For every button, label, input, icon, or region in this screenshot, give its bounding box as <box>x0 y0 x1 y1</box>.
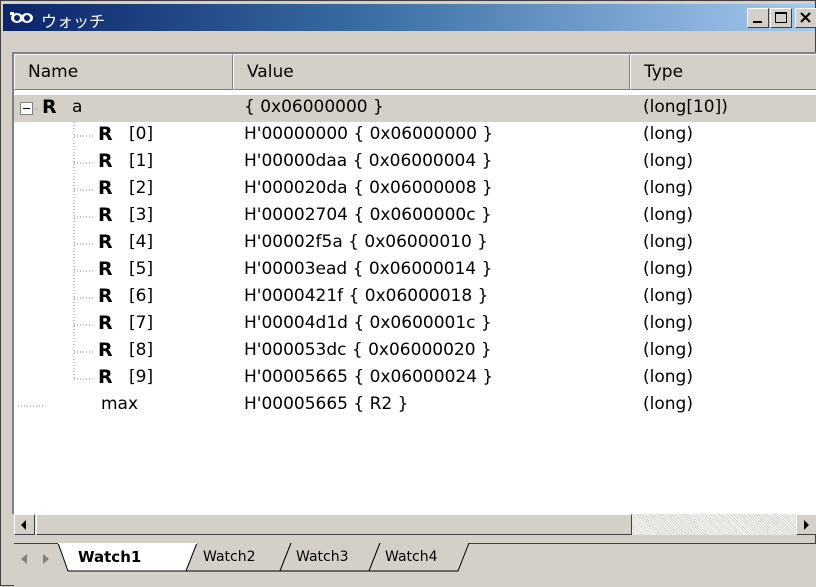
title-bar[interactable]: ウォッチ <box>3 4 816 31</box>
row-name: [4] <box>129 232 154 252</box>
row-value: H'000020da { 0x06000008 } <box>244 178 493 198</box>
row-type: (long) <box>643 313 693 333</box>
table-row[interactable]: R [1] H'00000daa { 0x06000004 } (long) <box>14 149 816 176</box>
row-type: (long) <box>643 124 693 144</box>
table-row[interactable]: max H'00005665 { R2 } (long) <box>14 392 816 419</box>
watch-list[interactable]: Name Value Type R a { 0x06000000 } (long… <box>14 54 816 514</box>
row-name: [2] <box>129 178 154 198</box>
column-header-type[interactable]: Type <box>630 54 816 90</box>
row-name: [6] <box>129 286 154 306</box>
collapse-icon[interactable] <box>20 102 33 115</box>
row-value: H'0000421f { 0x06000018 } <box>244 286 489 306</box>
row-value: H'00003ead { 0x06000014 } <box>244 259 493 279</box>
row-type: (long) <box>643 151 693 171</box>
row-type: (long) <box>643 259 693 279</box>
tab-strip: Watch1 Watch2 Watch3 Watch4 <box>14 543 816 587</box>
table-row[interactable]: R [8] H'000053dc { 0x06000020 } (long) <box>14 338 816 365</box>
row-name: [3] <box>129 205 154 225</box>
row-name: a <box>72 97 83 117</box>
column-header-value[interactable]: Value <box>233 54 630 90</box>
row-type: (long) <box>643 178 693 198</box>
table-row[interactable]: R [0] H'00000000 { 0x06000000 } (long) <box>14 122 816 149</box>
row-value: H'00002f5a { 0x06000010 } <box>244 232 489 252</box>
horizontal-scrollbar[interactable] <box>14 514 816 535</box>
scroll-left-button[interactable] <box>14 514 35 535</box>
tab-watch4[interactable]: Watch4 <box>385 549 438 565</box>
scroll-right-button[interactable] <box>796 514 816 535</box>
arrow-right-icon <box>804 520 809 530</box>
register-icon: R <box>98 285 113 307</box>
minimize-icon <box>753 21 762 23</box>
table-row[interactable]: R [3] H'00002704 { 0x0600000c } (long) <box>14 203 816 230</box>
watch-window: ウォッチ Name Value Type R a { 0x06000000 } … <box>0 0 816 587</box>
table-row[interactable]: R [9] H'00005665 { 0x06000024 } (long) <box>14 365 816 392</box>
row-type: (long[10]) <box>643 97 728 117</box>
row-type: (long) <box>643 232 693 252</box>
row-name: [8] <box>129 340 154 360</box>
row-value: H'000053dc { 0x06000020 } <box>244 340 492 360</box>
register-icon: R <box>98 231 113 253</box>
table-row[interactable]: R [4] H'00002f5a { 0x06000010 } (long) <box>14 230 816 257</box>
tab-watch1[interactable]: Watch1 <box>78 548 141 566</box>
row-value: H'00000000 { 0x06000000 } <box>244 124 494 144</box>
row-value: H'00002704 { 0x0600000c } <box>244 205 492 225</box>
row-type: (long) <box>643 394 693 414</box>
row-type: (long) <box>643 367 693 387</box>
row-name: [5] <box>129 259 154 279</box>
close-icon <box>800 12 811 23</box>
arrow-left-icon <box>21 520 26 530</box>
row-name: [9] <box>129 367 154 387</box>
row-value: { 0x06000000 } <box>244 97 384 117</box>
register-icon: R <box>98 366 113 388</box>
register-icon: R <box>98 123 113 145</box>
tab-watch3[interactable]: Watch3 <box>296 549 349 565</box>
register-icon: R <box>98 204 113 226</box>
table-row[interactable]: R a { 0x06000000 } (long[10]) <box>14 95 816 122</box>
row-name: [1] <box>129 151 154 171</box>
register-icon: R <box>42 96 57 118</box>
row-name: [0] <box>129 124 154 144</box>
glasses-icon <box>10 12 33 23</box>
register-icon: R <box>98 339 113 361</box>
table-row[interactable]: R [7] H'00004d1d { 0x0600001c } (long) <box>14 311 816 338</box>
register-icon: R <box>98 177 113 199</box>
table-row[interactable]: R [5] H'00003ead { 0x06000014 } (long) <box>14 257 816 284</box>
table-row[interactable]: R [6] H'0000421f { 0x06000018 } (long) <box>14 284 816 311</box>
register-icon: R <box>98 258 113 280</box>
row-type: (long) <box>643 340 693 360</box>
row-type: (long) <box>643 286 693 306</box>
window-title: ウォッチ <box>41 12 106 31</box>
table-row[interactable]: R [2] H'000020da { 0x06000008 } (long) <box>14 176 816 203</box>
scroll-thumb[interactable] <box>36 514 632 535</box>
row-name: max <box>101 394 139 414</box>
column-header-name[interactable]: Name <box>14 54 233 90</box>
register-icon: R <box>98 150 113 172</box>
register-icon: R <box>98 312 113 334</box>
row-value: H'00004d1d { 0x0600001c } <box>244 313 492 333</box>
maximize-icon <box>775 12 787 23</box>
tab-watch2[interactable]: Watch2 <box>203 549 256 565</box>
row-name: [7] <box>129 313 154 333</box>
row-value: H'00005665 { R2 } <box>244 394 409 414</box>
row-value: H'00005665 { 0x06000024 } <box>244 367 494 387</box>
maximize-button[interactable] <box>770 8 792 28</box>
row-type: (long) <box>643 205 693 225</box>
minimize-button[interactable] <box>747 8 769 28</box>
row-value: H'00000daa { 0x06000004 } <box>244 151 493 171</box>
close-button[interactable] <box>795 8 816 28</box>
list-header: Name Value Type <box>14 54 816 90</box>
